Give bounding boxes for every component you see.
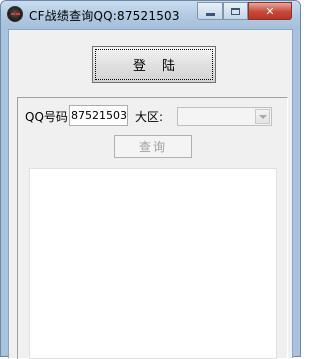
maximize-button[interactable] [223, 2, 248, 20]
close-icon: ✕ [265, 4, 275, 18]
qq-number-input[interactable] [69, 105, 128, 126]
minimize-icon [205, 12, 215, 16]
qq-label: QQ号码: [25, 110, 72, 124]
query-button[interactable]: 查询 [114, 135, 192, 158]
region-select[interactable] [177, 107, 272, 126]
app-window: CF战绩查询QQ:87521503 ✕ 登 陆 QQ号码: 大区: 查询 [0, 0, 301, 359]
close-button[interactable]: ✕ [248, 2, 292, 20]
minimize-button[interactable] [197, 2, 223, 20]
cf-logo-icon [7, 6, 23, 22]
window-title: CF战绩查询QQ:87521503 [29, 9, 180, 23]
maximize-icon [231, 7, 240, 15]
login-button[interactable]: 登 陆 [92, 46, 216, 83]
region-label: 大区: [135, 110, 164, 124]
client-area: 登 陆 QQ号码: 大区: 查询 [8, 29, 293, 359]
title-bar[interactable]: CF战绩查询QQ:87521503 ✕ [1, 1, 300, 29]
result-display [29, 168, 277, 359]
dropdown-arrow-icon[interactable] [255, 109, 270, 124]
